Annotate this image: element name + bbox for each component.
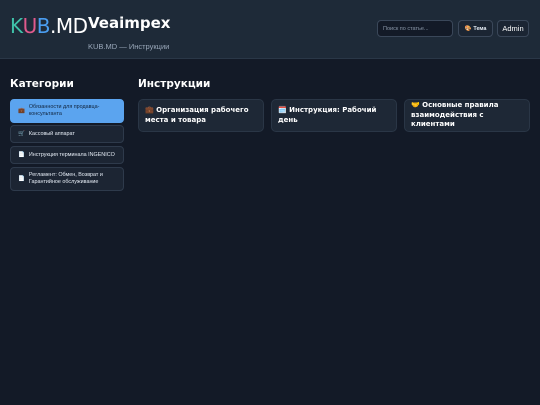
logo-letter-k: K — [10, 14, 23, 38]
card-label: 💼 Организация рабочего места и товара — [145, 106, 249, 124]
sidebar-item-terminal[interactable]: 📄 Инструкция терминала INGENICO — [10, 146, 124, 164]
sidebar-item-label: Обязанности для продавца-консультанта — [28, 104, 100, 117]
palette-icon: 🎨 — [464, 25, 472, 32]
card-client-rules[interactable]: 🤝 Основные правила взаимодействия с клие… — [404, 99, 530, 132]
document-icon: 📄 — [18, 151, 25, 158]
theme-button[interactable]: 🎨 Тема — [458, 20, 493, 37]
sidebar-item-cash-register[interactable]: 🛒 Кассовый аппарат — [10, 125, 124, 143]
site-logo[interactable]: K U B . MD — [10, 14, 88, 38]
top-header: K U B . MD Veaimpex KUB.MD — Инструкции … — [0, 0, 540, 59]
card-workday[interactable]: 🗓️ Инструкция: Рабочий день — [271, 99, 397, 132]
calendar-icon: 🗓️ — [278, 106, 287, 114]
admin-button-label: Admin — [502, 24, 524, 33]
card-label: 🗓️ Инструкция: Рабочий день — [278, 106, 377, 124]
search-input[interactable] — [377, 20, 453, 37]
page-title: Инструкции — [138, 78, 211, 90]
card-workplace[interactable]: 💼 Организация рабочего места и товара — [138, 99, 264, 132]
logo-letter-b: B — [36, 14, 51, 38]
cart-icon: 🛒 — [18, 130, 25, 137]
sidebar-item-regulations[interactable]: 📄 Регламент: Обмен, Возврат и Гарантийно… — [10, 167, 124, 191]
sidebar-title: Категории — [10, 78, 74, 90]
briefcase-icon: 💼 — [18, 107, 25, 114]
sidebar-item-label: Инструкция терминала INGENICO — [28, 151, 115, 158]
admin-button[interactable]: Admin — [497, 20, 529, 37]
briefcase-icon: 💼 — [145, 106, 154, 114]
sidebar-item-duties[interactable]: 💼 Обязанности для продавца-консультанта — [10, 99, 124, 123]
theme-button-label: Тема — [473, 25, 487, 32]
logo-letter-u: U — [22, 14, 38, 38]
logo-md: MD — [55, 14, 88, 38]
site-name: Veaimpex — [88, 14, 171, 32]
sidebar-item-label: Регламент: Обмен, Возврат и Гарантийное … — [28, 172, 103, 185]
sidebar-item-label: Кассовый аппарат — [28, 130, 75, 137]
handshake-icon: 🤝 — [411, 101, 420, 110]
document-icon: 📄 — [18, 175, 25, 182]
card-label: 🤝 Основные правила взаимодействия с клие… — [411, 101, 499, 129]
breadcrumb: KUB.MD — Инструкции — [88, 42, 170, 51]
